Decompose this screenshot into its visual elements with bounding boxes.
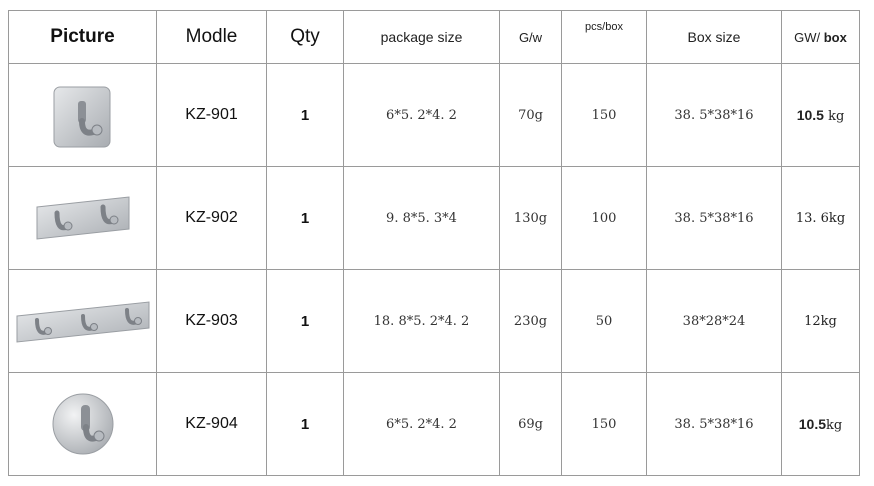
header-package-size: package size [343,10,500,64]
cell-gw-box: 10.5 kg [781,63,860,167]
cell-package-size: 6*5. 2*4. 2 [343,63,500,167]
cell-pcs-box: 100 [561,166,647,270]
cell-gw-box: 10.5kg [781,372,860,476]
cell-pcs-box: 150 [561,372,647,476]
product-image-double-hook-rail [8,166,157,270]
cell-pcs-box: 50 [561,269,647,373]
table-row: KZ-901 1 6*5. 2*4. 2 70g 150 38. 5*38*16… [8,63,860,167]
header-pcs-box: pcs/box [561,10,647,64]
cell-gw-box: 12kg [781,269,860,373]
cell-package-size: 6*5. 2*4. 2 [343,372,500,476]
product-image-triple-hook-rail [8,269,157,373]
header-model: Modle [156,10,267,64]
cell-model: KZ-902 [156,166,267,270]
cell-gw: 230g [499,269,562,373]
table-row: KZ-903 1 18. 8*5. 2*4. 2 230g 50 38*28*2… [8,269,860,373]
cell-model: KZ-903 [156,269,267,373]
cell-box-size: 38. 5*38*16 [646,166,782,270]
header-row: Picture Modle Qty package size G/w pcs/b… [8,10,860,64]
cell-package-size: 9. 8*5. 3*4 [343,166,500,270]
cell-model: KZ-904 [156,372,267,476]
cell-package-size: 18. 8*5. 2*4. 2 [343,269,500,373]
cell-qty: 1 [266,63,344,167]
header-picture: Picture [8,10,157,64]
product-image-single-round-hook [8,372,157,476]
product-image-single-square-hook [8,63,157,167]
cell-gw: 70g [499,63,562,167]
cell-gw: 130g [499,166,562,270]
table-row: KZ-902 1 9. 8*5. 3*4 130g 100 38. 5*38*1… [8,166,860,270]
cell-model: KZ-901 [156,63,267,167]
cell-box-size: 38*28*24 [646,269,782,373]
header-qty: Qty [266,10,344,64]
header-box-size: Box size [646,10,782,64]
header-gw-box: GW/ box [781,10,860,64]
cell-pcs-box: 150 [561,63,647,167]
cell-qty: 1 [266,372,344,476]
cell-gw: 69g [499,372,562,476]
product-spec-table: Picture Modle Qty package size G/w pcs/b… [8,10,860,476]
cell-box-size: 38. 5*38*16 [646,372,782,476]
cell-qty: 1 [266,166,344,270]
cell-gw-box: 13. 6kg [781,166,860,270]
header-gw: G/w [499,10,562,64]
table-row: KZ-904 1 6*5. 2*4. 2 69g 150 38. 5*38*16… [8,372,860,476]
cell-box-size: 38. 5*38*16 [646,63,782,167]
cell-qty: 1 [266,269,344,373]
